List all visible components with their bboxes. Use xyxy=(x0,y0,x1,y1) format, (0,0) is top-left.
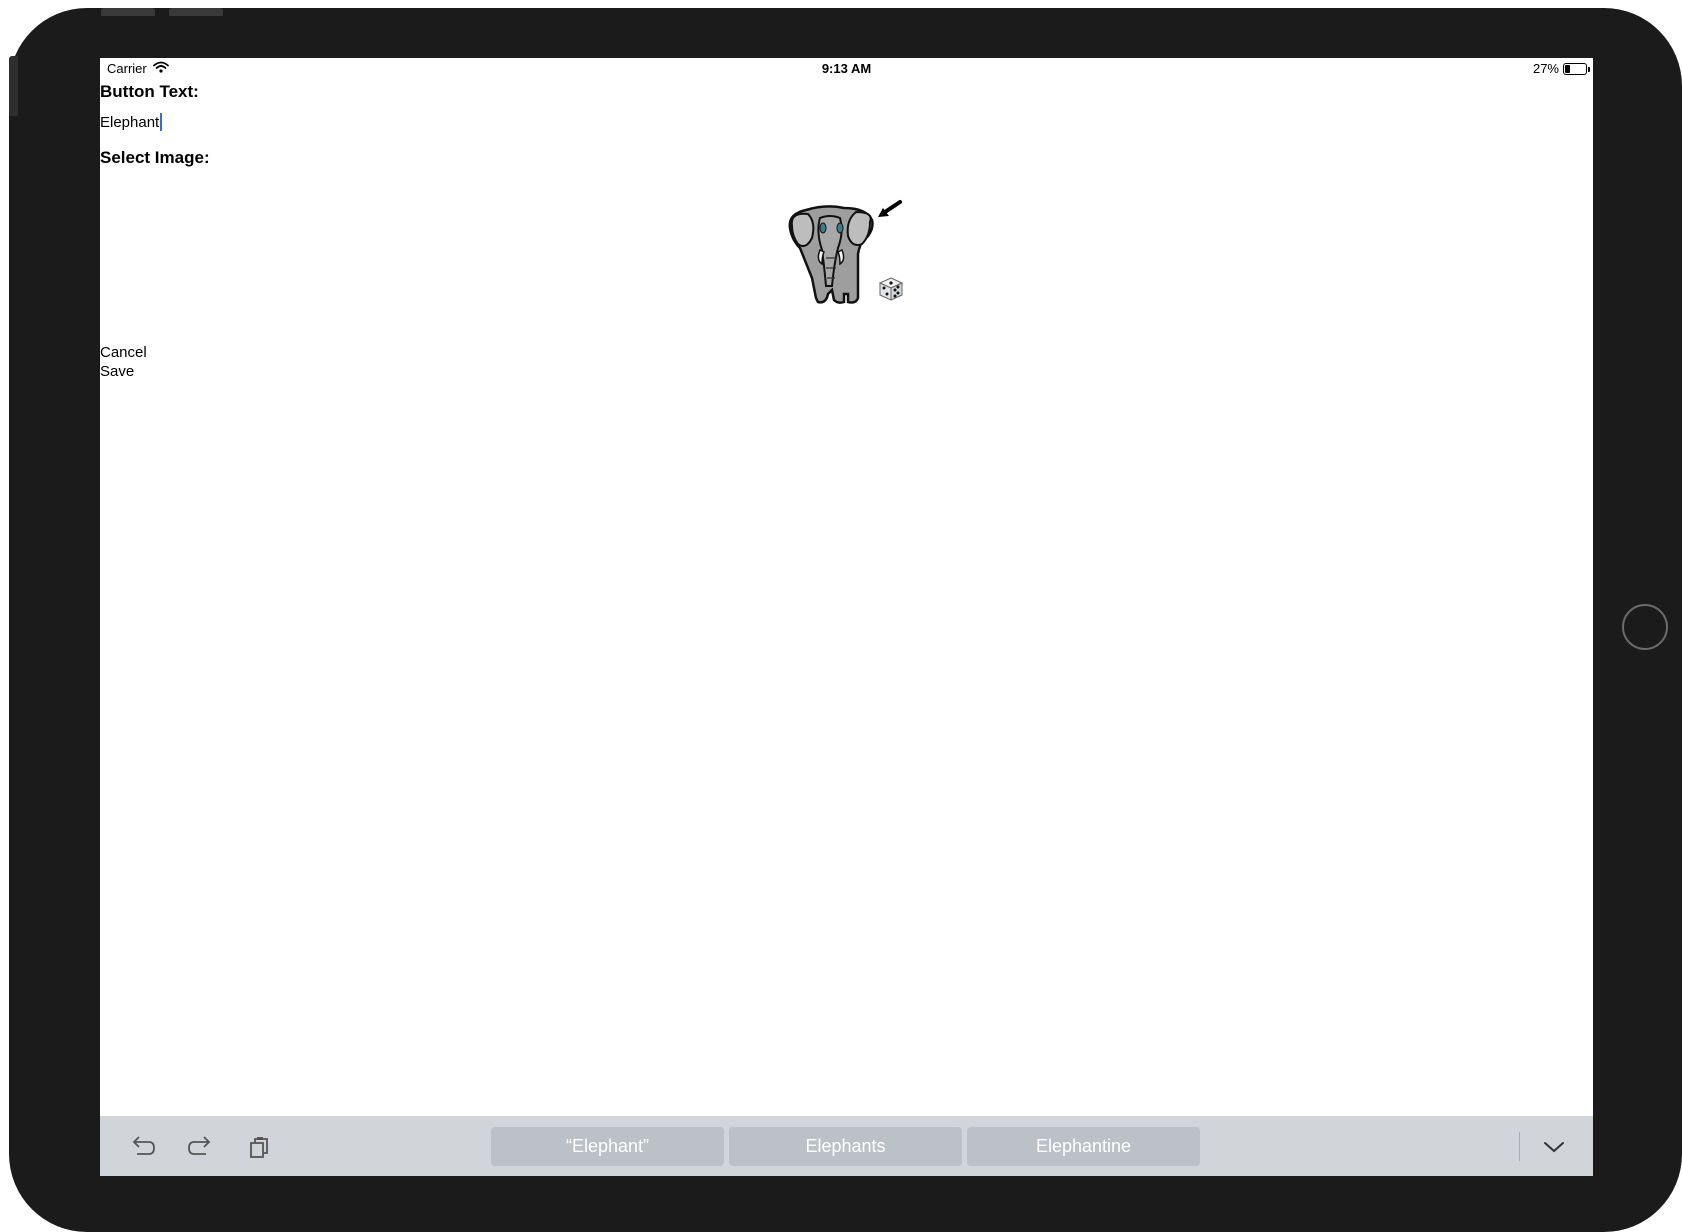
redo-icon[interactable] xyxy=(187,1134,215,1160)
battery-indicator: 27% xyxy=(1532,61,1590,76)
image-selector[interactable] xyxy=(786,198,916,310)
battery-level-fill xyxy=(1565,64,1571,73)
text-caret xyxy=(160,113,163,131)
button-text-value: Elephant xyxy=(100,113,160,131)
home-button[interactable] xyxy=(1622,604,1668,650)
bar-divider xyxy=(1519,1132,1520,1161)
side-button xyxy=(9,56,18,116)
button-text-label: Button Text: xyxy=(100,82,199,101)
button-text-input[interactable]: Elephant xyxy=(100,111,500,133)
dice-icon[interactable] xyxy=(878,276,904,302)
status-time: 9:13 AM xyxy=(821,61,872,76)
keyboard-shortcut-bar: “Elephant” Elephants Elephantine xyxy=(100,1116,1593,1176)
suggestion-2[interactable]: Elephants xyxy=(729,1127,962,1166)
screen: Carrier 9:13 AM 27% Button Text: Elephan… xyxy=(100,58,1593,1176)
select-image-label: Select Image: xyxy=(100,148,210,167)
suggestion-1[interactable]: “Elephant” xyxy=(491,1127,724,1166)
cancel-button[interactable]: Cancel xyxy=(100,344,147,361)
battery-percent: 27% xyxy=(1532,61,1559,76)
dismiss-keyboard-icon[interactable] xyxy=(1540,1134,1568,1160)
battery-icon xyxy=(1563,62,1590,75)
paste-icon[interactable] xyxy=(246,1134,274,1160)
status-bar: Carrier 9:13 AM 27% xyxy=(100,58,1593,80)
save-button[interactable]: Save xyxy=(100,363,134,380)
power-button xyxy=(169,8,223,16)
volume-button xyxy=(101,8,155,16)
undo-icon[interactable] xyxy=(128,1134,156,1160)
suggestion-3[interactable]: Elephantine xyxy=(967,1127,1200,1166)
